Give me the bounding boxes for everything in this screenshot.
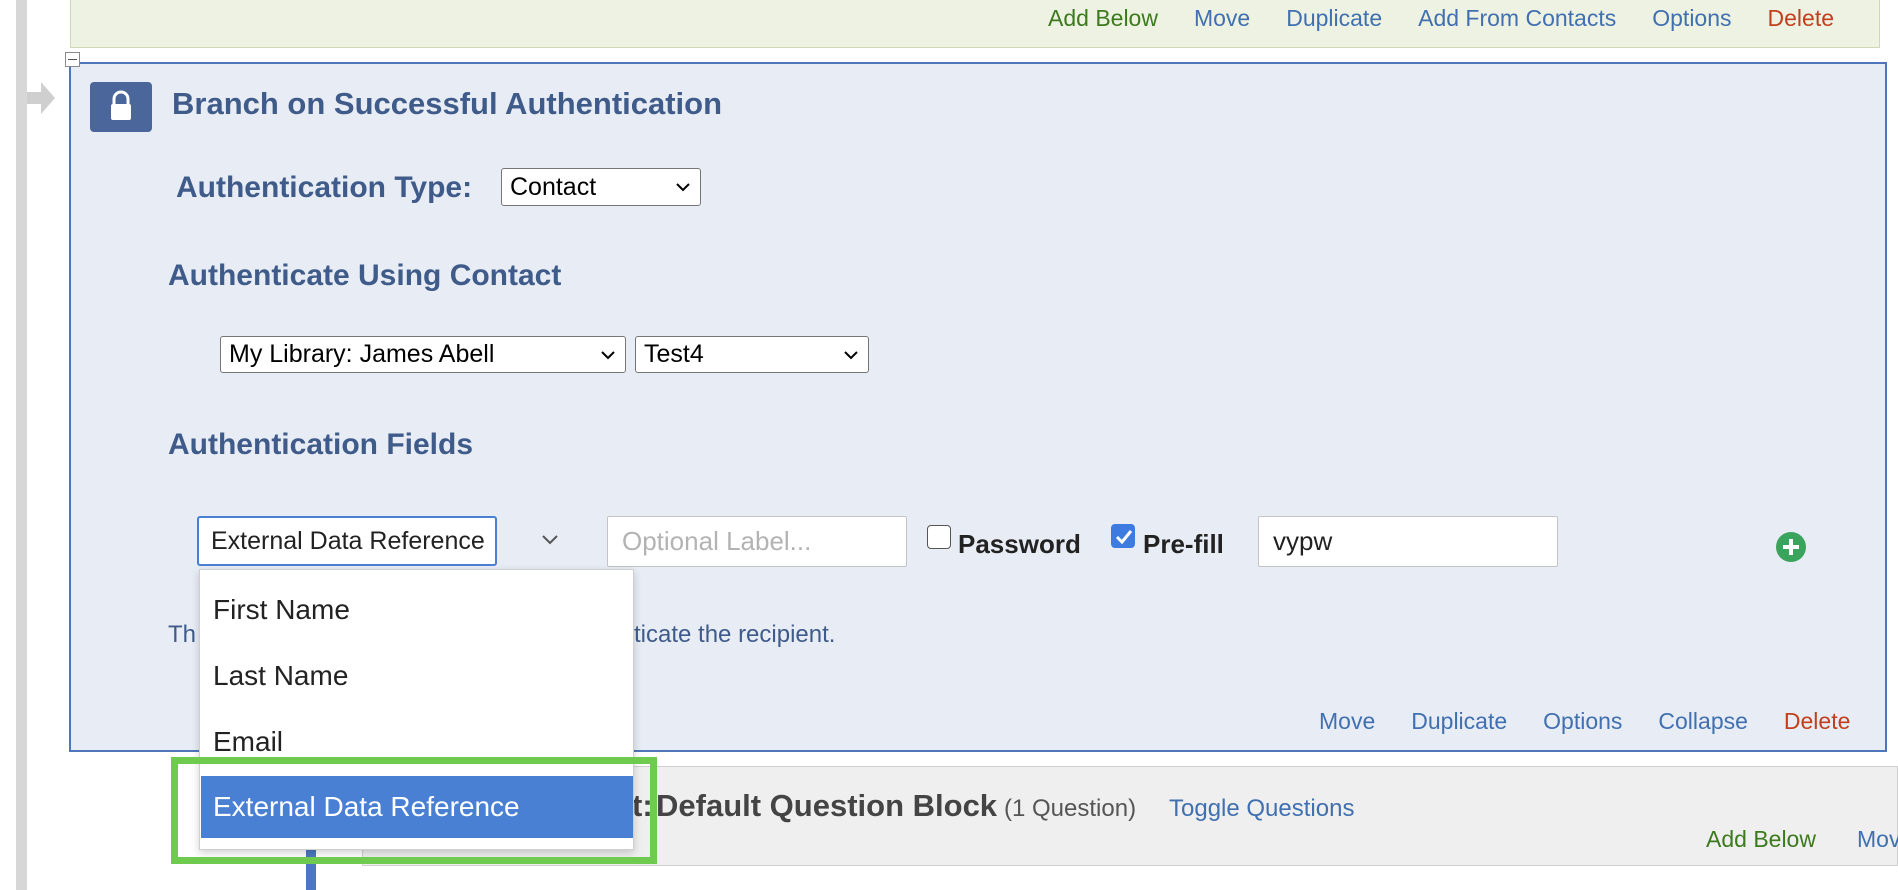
library-select[interactable]: My Library: James Abell [220, 336, 626, 373]
optional-label-placeholder: Optional Label... [622, 526, 812, 556]
help-text-start: Th [168, 621, 197, 648]
chevron-down-icon[interactable] [541, 533, 559, 547]
options-link[interactable]: Options [1652, 5, 1731, 32]
move-link[interactable]: Move [1194, 5, 1250, 32]
flow-arrow-icon [27, 82, 55, 114]
top-block-toolbar: Add Below Move Duplicate Add From Contac… [1048, 3, 1834, 33]
dropdown-option-email[interactable]: Email [213, 726, 283, 758]
branch-collapse-link[interactable]: Collapse [1658, 708, 1748, 735]
contact-list-select[interactable]: Test4 [635, 336, 869, 373]
branch-toolbar: Move Duplicate Options Collapse Delete [1319, 706, 1850, 736]
lock-icon [90, 82, 152, 132]
library-value: My Library: James Abell [229, 340, 495, 368]
auth-fields-heading: Authentication Fields [168, 428, 474, 461]
check-icon [1115, 530, 1133, 545]
branch-options-link[interactable]: Options [1543, 708, 1622, 735]
duplicate-link[interactable]: Duplicate [1286, 5, 1382, 32]
branch-delete-link[interactable]: Delete [1784, 708, 1850, 735]
optional-label-input[interactable]: Optional Label... [607, 516, 907, 567]
auth-type-select[interactable]: Contact [501, 168, 701, 206]
auth-using-heading: Authenticate Using Contact [168, 259, 562, 292]
default-move-link[interactable]: Mov [1857, 826, 1898, 853]
branch-title: Branch on Successful Authentication [172, 86, 723, 121]
chevron-down-icon [676, 183, 690, 192]
auth-type-value: Contact [510, 172, 597, 201]
dropdown-option-last-name[interactable]: Last Name [213, 660, 348, 692]
chevron-down-icon [844, 351, 858, 360]
password-checkbox[interactable] [927, 525, 951, 549]
branch-move-link[interactable]: Move [1319, 708, 1375, 735]
password-label: Password [958, 529, 1081, 559]
contact-list-value: Test4 [644, 340, 704, 368]
prefill-label: Pre-fill [1143, 529, 1224, 559]
default-add-below-link[interactable]: Add Below [1706, 826, 1816, 853]
chevron-down-icon [601, 351, 615, 360]
help-text-end: ticate the recipient. [634, 621, 836, 648]
dropdown-option-first-name[interactable]: First Name [213, 594, 350, 626]
auth-field-select[interactable]: External Data Reference [197, 516, 497, 566]
auth-type-label: Authentication Type: [176, 171, 473, 204]
default-block-title: Default Question Block [656, 788, 998, 823]
add-from-contacts-link[interactable]: Add From Contacts [1418, 5, 1616, 32]
plus-circle-icon[interactable] [1775, 531, 1807, 563]
prefill-value-input[interactable]: vypw [1258, 516, 1558, 567]
highlight-box [171, 757, 657, 864]
delete-link[interactable]: Delete [1768, 5, 1834, 32]
auth-field-value: External Data Reference [211, 526, 485, 555]
default-block-question-count: (1 Question) [1004, 795, 1137, 822]
add-below-link[interactable]: Add Below [1048, 5, 1158, 32]
toggle-questions-link[interactable]: Toggle Questions [1169, 795, 1354, 823]
prefill-checkbox[interactable] [1111, 524, 1135, 548]
minus-box-icon[interactable] [65, 52, 80, 67]
branch-duplicate-link[interactable]: Duplicate [1411, 708, 1507, 735]
flow-rail [16, 0, 27, 890]
prefill-value: vypw [1273, 526, 1333, 556]
